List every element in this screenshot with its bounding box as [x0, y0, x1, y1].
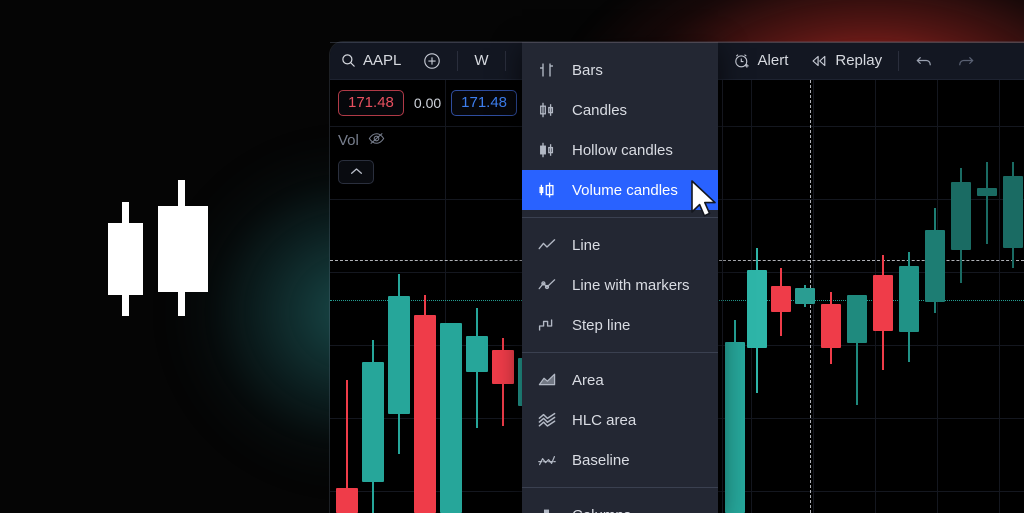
toolbar-separator-4 [898, 50, 900, 71]
menu-separator [522, 217, 718, 218]
candlestick [795, 285, 815, 307]
add-symbol-button[interactable] [414, 46, 450, 76]
candlestick [873, 255, 893, 370]
menu-item-hlc-area[interactable]: HLC area [522, 400, 718, 440]
candlestick [725, 320, 745, 513]
bars-chart-icon [536, 59, 558, 81]
undo-button[interactable] [906, 46, 943, 76]
candlestick [899, 252, 919, 362]
menu-item-label: Columns [572, 507, 631, 513]
menu-item-hollow-candles[interactable]: Hollow candles [522, 130, 718, 170]
area-chart-icon [536, 369, 558, 391]
candlestick [362, 340, 384, 513]
line-chart-icon [536, 234, 558, 256]
toolbar-separator-2 [504, 50, 506, 71]
menu-item-bars[interactable]: Bars [522, 50, 718, 90]
candlestick [440, 323, 462, 513]
rewind-icon [810, 53, 828, 69]
interval-button[interactable]: W [465, 46, 497, 76]
menu-item-columns[interactable]: Columns [522, 495, 718, 513]
menu-item-line[interactable]: Line [522, 225, 718, 265]
menu-item-label: Area [572, 371, 604, 389]
candlestick [466, 308, 488, 428]
candlestick [847, 295, 867, 405]
alarm-clock-plus-icon [733, 52, 751, 70]
menu-separator [522, 352, 718, 353]
eye-off-icon[interactable] [368, 131, 385, 150]
step-line-chart-icon [536, 314, 558, 336]
symbol-label: AAPL [363, 52, 402, 69]
baseline-chart-icon [536, 449, 558, 471]
window-top-edge [330, 42, 1024, 43]
menu-item-candles[interactable]: Candles [522, 90, 718, 130]
price-high-pill: 171.48 [451, 90, 518, 116]
candlestick [388, 274, 410, 454]
hollow-candles-chart-icon [536, 139, 558, 161]
search-icon [341, 53, 356, 68]
chart-type-menu[interactable]: Bars Candles Hollow candles Volume candl… [522, 42, 718, 513]
candlestick [1003, 162, 1023, 268]
redo-button[interactable] [947, 46, 984, 76]
candlestick [925, 208, 945, 313]
screenshot-root: AAPL W Alert Replay 171.48 0.00 171.48 V… [0, 0, 1024, 513]
candlestick [977, 162, 997, 244]
interval-label: W [474, 52, 489, 69]
chevron-up-icon [350, 163, 363, 181]
collapse-pane-button[interactable] [338, 160, 374, 184]
alert-button[interactable]: Alert [724, 46, 798, 76]
menu-item-label: Candles [572, 101, 628, 119]
replay-label: Replay [835, 52, 883, 69]
chart-pane-right[interactable] [723, 80, 1024, 513]
candlestick [821, 292, 841, 364]
menu-item-volume-candles[interactable]: Volume candles [522, 170, 718, 210]
toolbar-separator-1 [457, 50, 459, 71]
candles-chart-icon [536, 99, 558, 121]
candlestick [951, 168, 971, 283]
candlestick [414, 295, 436, 513]
menu-item-line-with-markers[interactable]: Line with markers [522, 265, 718, 305]
volume-candles-chart-icon [536, 179, 558, 201]
menu-item-area[interactable]: Area [522, 360, 718, 400]
candlestick [747, 248, 767, 393]
menu-item-label: HLC area [572, 411, 637, 429]
menu-item-label: Line with markers [572, 276, 690, 294]
replay-button[interactable]: Replay [801, 46, 891, 76]
candlestick [771, 268, 791, 336]
menu-item-label: Step line [572, 316, 631, 334]
undo-arrow-icon [915, 53, 934, 69]
menu-item-step-line[interactable]: Step line [522, 305, 718, 345]
price-change: 0.00 [413, 95, 442, 111]
redo-arrow-icon [956, 53, 975, 69]
price-low-pill: 171.48 [338, 90, 404, 116]
plus-circle-icon [423, 52, 441, 70]
menu-item-label: Hollow candles [572, 141, 673, 159]
columns-chart-icon [536, 504, 558, 513]
menu-item-baseline[interactable]: Baseline [522, 440, 718, 480]
symbol-search-button[interactable]: AAPL [332, 46, 410, 76]
menu-item-label: Line [572, 236, 601, 254]
menu-separator [522, 487, 718, 488]
alert-label: Alert [757, 52, 789, 69]
candlestick [492, 338, 514, 426]
hlc-area-chart-icon [536, 409, 558, 431]
chart-legend: 171.48 0.00 171.48 Vol [338, 90, 518, 184]
menu-item-label: Volume candles [572, 181, 678, 199]
menu-item-label: Bars [572, 61, 603, 79]
menu-item-label: Baseline [572, 451, 630, 469]
volume-label: Vol [338, 132, 359, 149]
line-with-markers-chart-icon [536, 274, 558, 296]
candlestick [336, 380, 358, 513]
